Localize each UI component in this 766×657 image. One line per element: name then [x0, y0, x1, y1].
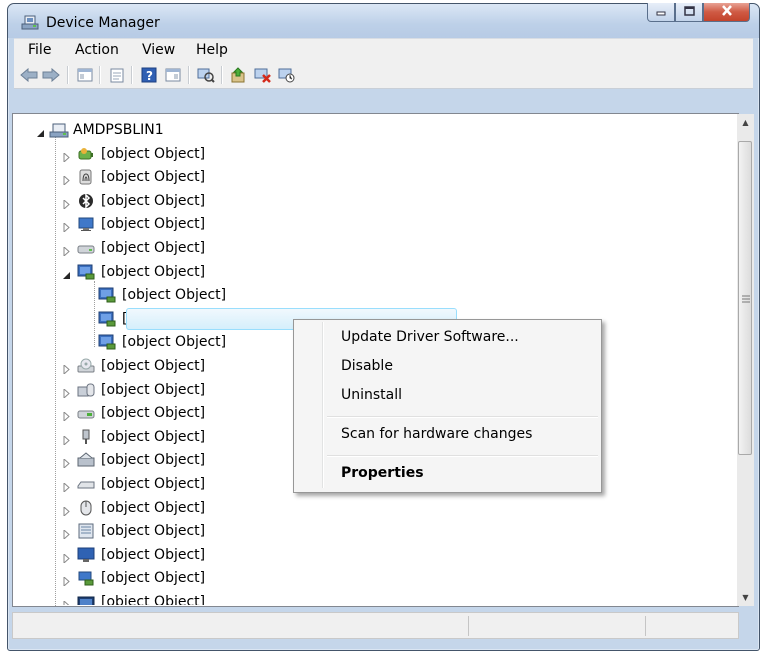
monitor-icon — [77, 547, 95, 563]
tree-item-category-9[interactable]: [object Object] — [77, 355, 205, 377]
display-adapter-icon — [98, 334, 116, 350]
battery-icon — [77, 146, 95, 162]
tree-item-category-13[interactable]: [object Object] — [77, 449, 205, 471]
tree-item-label: [object Object] — [101, 523, 206, 540]
expand-arrow-icon[interactable] — [62, 504, 71, 517]
tree-item-label: [object Object] — [101, 546, 206, 563]
tree-item-category-5[interactable]: [object Object] — [77, 261, 205, 283]
expand-arrow-icon[interactable] — [62, 551, 71, 564]
display-adapter-icon — [98, 287, 116, 303]
network-adapter-icon — [77, 570, 95, 586]
tree-item-label: AMDPSBLIN1 — [73, 122, 164, 138]
collapse-arrow-icon[interactable] — [36, 126, 45, 137]
bluetooth-icon — [77, 192, 95, 209]
display-adapter-icon — [98, 311, 116, 327]
tree-item-label: [object Object] — [101, 428, 206, 445]
expand-arrow-icon[interactable] — [62, 433, 71, 446]
tree-item-label: [object Object] — [101, 263, 206, 280]
expand-arrow-icon[interactable] — [62, 480, 71, 494]
expand-arrow-icon[interactable] — [62, 150, 71, 163]
tree-item-label: [object Object] — [101, 169, 206, 186]
expand-arrow-icon[interactable] — [62, 362, 71, 376]
context-menu-scan-hardware[interactable]: Scan for hardware changes — [341, 426, 532, 442]
computer-root — [49, 122, 69, 138]
imaging-device-icon — [77, 452, 95, 468]
tree-item-label: [object Object] — [101, 216, 206, 233]
tree-item-label: [object Object] — [101, 358, 206, 374]
tree-item-label: [object Object] — [122, 334, 227, 351]
tree-item-category-17[interactable]: [object Object] — [77, 544, 205, 566]
mouse-icon — [77, 500, 95, 516]
expand-arrow-icon[interactable] — [62, 173, 71, 187]
expand-arrow-icon[interactable] — [62, 386, 71, 399]
tree-item-label: [object Object] — [101, 145, 206, 162]
tree-item-child-8[interactable]: [object Object] — [98, 331, 226, 353]
dvd-drive-icon — [77, 358, 95, 374]
scroll-down-arrow-icon[interactable]: ▼ — [737, 589, 754, 606]
context-menu-uninstall[interactable]: Uninstall — [341, 387, 402, 403]
expand-arrow-icon[interactable] — [62, 409, 71, 423]
tree-nodes: AMDPSBLIN1 [object Object] [object Object]… — [0, 0, 737, 605]
tree-item-category-16[interactable]: [object Object] — [77, 520, 205, 542]
keyboard-icon — [77, 476, 95, 492]
context-menu-disable[interactable]: Disable — [341, 358, 393, 374]
tree-item-label: [object Object] — [101, 452, 206, 469]
expand-arrow-icon[interactable] — [62, 456, 71, 470]
context-menu-update-driver[interactable]: Update Driver Software... — [341, 329, 519, 345]
expand-arrow-icon[interactable] — [62, 220, 71, 234]
status-bar — [12, 612, 739, 639]
tree-item-label: [object Object] — [101, 405, 206, 422]
tree-item-category-15[interactable]: [object Object] — [77, 497, 205, 519]
tree-item-label: [object Object] — [101, 499, 206, 516]
ide-controller-icon — [77, 405, 95, 421]
modem-icon — [77, 523, 95, 539]
tree-item-label: [object Object] — [122, 287, 227, 304]
tree-vertical-scrollbar[interactable]: ▲ ▼ — [737, 114, 754, 606]
tree-item-label: [object Object] — [101, 381, 206, 398]
tree-item-label: [object Object] — [101, 570, 206, 587]
tree-item-category-10[interactable]: [object Object] — [77, 379, 205, 401]
tree-item-category-14[interactable]: [object Object] — [77, 473, 205, 495]
hid-icon — [77, 382, 95, 398]
expand-arrow-icon[interactable] — [62, 197, 71, 210]
disk-drive-icon — [77, 240, 95, 256]
tree-item-category-0[interactable]: [object Object] — [77, 143, 205, 165]
ieee1394-icon — [77, 429, 95, 445]
tree-item-category-11[interactable]: [object Object] — [77, 402, 205, 424]
scroll-thumb[interactable] — [738, 141, 752, 455]
tree-item-category-19[interactable]: [object Object] — [77, 591, 205, 605]
context-menu: Update Driver Software... Disable Uninst… — [293, 319, 602, 493]
expand-arrow-icon[interactable] — [62, 527, 71, 541]
context-menu-properties[interactable]: Properties — [341, 465, 424, 481]
collapse-arrow-icon[interactable] — [62, 268, 71, 279]
display-adapter-icon — [77, 264, 95, 280]
tree-item-category-2[interactable]: [object Object] — [77, 190, 205, 212]
scroll-up-arrow-icon[interactable]: ▲ — [737, 114, 754, 131]
tree-item-category-1[interactable]: [object Object] — [77, 166, 205, 188]
expand-arrow-icon[interactable] — [62, 598, 71, 605]
computer-icon — [77, 216, 95, 232]
portable-device-icon — [77, 594, 95, 605]
fingerprint-icon — [77, 169, 95, 185]
tree-item-child-6[interactable]: [object Object] — [98, 284, 226, 306]
expand-arrow-icon[interactable] — [62, 574, 71, 588]
tree-item-label: [object Object] — [101, 476, 206, 492]
tree-item-label: [object Object] — [101, 240, 206, 256]
tree-item-category-4[interactable]: [object Object] — [77, 237, 205, 259]
tree-item-root[interactable]: AMDPSBLIN1 — [49, 119, 164, 141]
tree-item-category-12[interactable]: [object Object] — [77, 426, 205, 448]
tree-item-label: [object Object] — [101, 192, 206, 209]
tree-item-category-18[interactable]: [object Object] — [77, 567, 205, 589]
tree-item-category-3[interactable]: [object Object] — [77, 213, 205, 235]
tree-item-label: [object Object] — [101, 594, 206, 605]
expand-arrow-icon[interactable] — [62, 244, 71, 258]
